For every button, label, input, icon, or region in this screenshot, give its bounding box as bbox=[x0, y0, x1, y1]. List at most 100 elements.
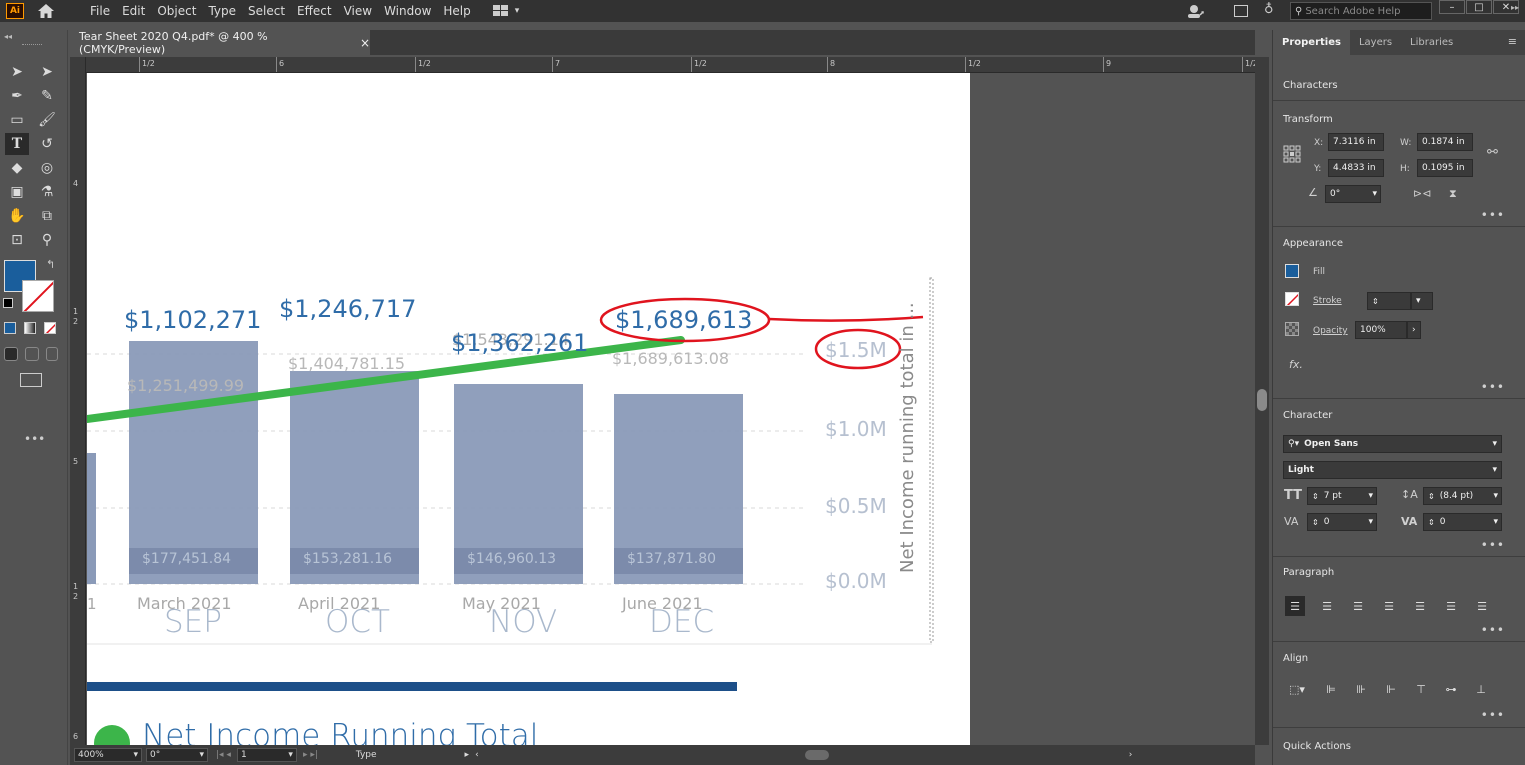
swap-fill-stroke-icon[interactable]: ↰ bbox=[46, 258, 55, 271]
font-size-input[interactable]: ⇕ 7 pt ▾ bbox=[1307, 487, 1377, 505]
font-style-dropdown[interactable]: Light ▾ bbox=[1283, 461, 1502, 479]
align-right-icon[interactable]: ☰ bbox=[1350, 599, 1366, 613]
menu-view[interactable]: View bbox=[338, 0, 378, 22]
default-colors-icon[interactable] bbox=[3, 298, 13, 308]
puppet-warp-tool-icon[interactable]: ✋ bbox=[5, 205, 29, 227]
stroke-weight-dropdown[interactable]: ▾ bbox=[1411, 292, 1433, 310]
menu-window[interactable]: Window bbox=[378, 0, 437, 22]
first-artboard-icon[interactable]: |◂ ◂ bbox=[216, 750, 231, 760]
draw-behind-icon[interactable] bbox=[25, 347, 39, 361]
tab-libraries[interactable]: Libraries bbox=[1401, 30, 1462, 55]
none-mode-icon[interactable] bbox=[44, 322, 56, 334]
color-mode-icon[interactable] bbox=[4, 322, 16, 334]
scroll-right-icon[interactable]: › bbox=[1129, 750, 1133, 760]
menu-select[interactable]: Select bbox=[242, 0, 291, 22]
stroke-none-swatch[interactable] bbox=[22, 280, 54, 312]
scroll-left-icon[interactable]: ‹ bbox=[475, 750, 479, 760]
artboard-tool-icon[interactable]: ⊡ bbox=[5, 229, 29, 251]
tab-properties[interactable]: Properties bbox=[1273, 30, 1350, 55]
rotate-angle-input[interactable]: 0° ▾ bbox=[1325, 185, 1381, 203]
artboard-number-field[interactable]: 1 ▾ bbox=[236, 748, 297, 762]
paintbrush-tool-icon[interactable]: 🖌 bbox=[35, 109, 59, 131]
close-icon[interactable]: × bbox=[360, 36, 370, 50]
justify-left-icon[interactable]: ☰ bbox=[1381, 599, 1397, 613]
artboard[interactable]: 1 March 2021 April 2021 May 2021 June 2021 SE… bbox=[87, 73, 970, 745]
opacity-dropdown[interactable]: › bbox=[1407, 321, 1421, 339]
selection-tool-icon[interactable]: ➤ bbox=[5, 61, 29, 83]
rotation-field[interactable]: 0° ▾ bbox=[146, 748, 208, 762]
vertical-align-center-icon[interactable]: ⊶ bbox=[1443, 682, 1459, 696]
lightbulb-icon[interactable]: ♁ bbox=[1264, 2, 1274, 17]
stroke-swatch[interactable] bbox=[1285, 292, 1299, 306]
height-input[interactable]: 0.1095 in bbox=[1417, 159, 1473, 177]
align-left-icon[interactable]: ☰ bbox=[1285, 596, 1305, 616]
fill-swatch[interactable] bbox=[1285, 264, 1299, 278]
justify-right-icon[interactable]: ☰ bbox=[1443, 599, 1459, 613]
stepper-icon[interactable]: ⇕ bbox=[1312, 492, 1319, 501]
transform-more-options[interactable]: ••• bbox=[1481, 208, 1505, 222]
opacity-input[interactable]: 100% bbox=[1355, 321, 1407, 339]
toolbar-grip[interactable] bbox=[22, 44, 42, 47]
eyedropper-tool-icon[interactable]: ⚗ bbox=[35, 181, 59, 203]
stepper-icon[interactable]: ⇕ bbox=[1428, 518, 1435, 527]
pen-tool-icon[interactable]: ✒ bbox=[5, 85, 29, 107]
type-tool-icon[interactable]: T bbox=[5, 133, 29, 155]
gradient-mode-icon[interactable] bbox=[24, 322, 36, 334]
maximize-button[interactable]: □ bbox=[1466, 0, 1492, 14]
gradient-tool-icon[interactable]: ▣ bbox=[5, 181, 29, 203]
stepper-icon[interactable]: ⇕ bbox=[1312, 518, 1319, 527]
menu-file[interactable]: File bbox=[84, 0, 116, 22]
next-artboard-icon[interactable]: ▸ ▸| bbox=[303, 750, 318, 760]
stepper-icon[interactable]: ⇕ bbox=[1372, 297, 1379, 306]
menu-object[interactable]: Object bbox=[151, 0, 202, 22]
horizontal-align-center-icon[interactable]: ⊪ bbox=[1353, 682, 1369, 696]
horizontal-ruler[interactable]: 1/2 6 1/2 7 1/2 8 1/2 9 1/2 bbox=[70, 57, 1258, 73]
vertical-ruler[interactable]: 4125126 bbox=[70, 57, 86, 745]
warp-tool-icon[interactable]: ◎ bbox=[35, 157, 59, 179]
stroke-label[interactable]: Stroke bbox=[1313, 296, 1342, 306]
rotate-tool-icon[interactable]: ↺ bbox=[35, 133, 59, 155]
menu-edit[interactable]: Edit bbox=[116, 0, 151, 22]
more-tools-icon[interactable]: ••• bbox=[24, 432, 45, 446]
vertical-scrollbar[interactable] bbox=[1255, 57, 1269, 745]
draw-normal-icon[interactable] bbox=[4, 347, 18, 361]
arrange-documents-icon[interactable] bbox=[1234, 5, 1248, 17]
share-user-icon[interactable] bbox=[1186, 3, 1204, 19]
horizontal-scrollbar-thumb[interactable] bbox=[804, 750, 829, 760]
curvature-tool-icon[interactable]: ✎ bbox=[35, 85, 59, 107]
screen-mode-icon[interactable] bbox=[20, 373, 42, 387]
stepper-icon[interactable]: ⇕ bbox=[1428, 492, 1435, 501]
home-icon[interactable] bbox=[36, 3, 56, 19]
vertical-align-bottom-icon[interactable]: ⊥ bbox=[1473, 682, 1489, 696]
direct-selection-tool-icon[interactable]: ➤ bbox=[35, 61, 59, 83]
vertical-align-top-icon[interactable]: ⊤ bbox=[1413, 682, 1429, 696]
kerning-input[interactable]: ⇕ 0 ▾ bbox=[1307, 513, 1377, 531]
menu-effect[interactable]: Effect bbox=[291, 0, 338, 22]
help-search-input[interactable]: ⚲ Search Adobe Help bbox=[1290, 2, 1432, 20]
panel-menu-icon[interactable]: ≡ bbox=[1508, 35, 1517, 48]
zoom-tool-icon[interactable]: ⚲ bbox=[35, 229, 59, 251]
minimize-button[interactable]: – bbox=[1439, 0, 1465, 14]
toolbar-collapse-icon[interactable]: ◂◂ bbox=[4, 32, 12, 41]
status-menu-icon[interactable]: ▸ bbox=[465, 750, 470, 760]
opacity-label[interactable]: Opacity bbox=[1313, 326, 1348, 336]
menu-help[interactable]: Help bbox=[437, 0, 476, 22]
panel-collapse-icon[interactable]: ▸▸ bbox=[1511, 3, 1519, 12]
y-position-input[interactable]: 4.4833 in bbox=[1328, 159, 1384, 177]
shape-builder-tool-icon[interactable]: ⧉ bbox=[35, 205, 59, 227]
leading-input[interactable]: ⇕ (8.4 pt) ▾ bbox=[1423, 487, 1502, 505]
x-position-input[interactable]: 7.3116 in bbox=[1328, 133, 1384, 151]
zoom-level-field[interactable]: 400% ▾ bbox=[74, 748, 142, 762]
align-more-options[interactable]: ••• bbox=[1481, 708, 1505, 722]
menu-type[interactable]: Type bbox=[202, 0, 242, 22]
align-to-selection-icon[interactable]: ⬚▾ bbox=[1285, 682, 1309, 696]
paragraph-more-options[interactable]: ••• bbox=[1481, 623, 1505, 637]
pasteboard[interactable] bbox=[970, 73, 1255, 745]
appearance-more-options[interactable]: ••• bbox=[1481, 380, 1505, 394]
width-input[interactable]: 0.1874 in bbox=[1417, 133, 1473, 151]
effects-fx-icon[interactable]: fx. bbox=[1289, 358, 1303, 371]
flip-horizontal-icon[interactable]: ⊳⊲ bbox=[1413, 187, 1431, 200]
document-tab[interactable]: Tear Sheet 2020 Q4.pdf* @ 400 % (CMYK/Pr… bbox=[70, 30, 370, 56]
eraser-tool-icon[interactable]: ◆ bbox=[5, 157, 29, 179]
justify-center-icon[interactable]: ☰ bbox=[1412, 599, 1428, 613]
